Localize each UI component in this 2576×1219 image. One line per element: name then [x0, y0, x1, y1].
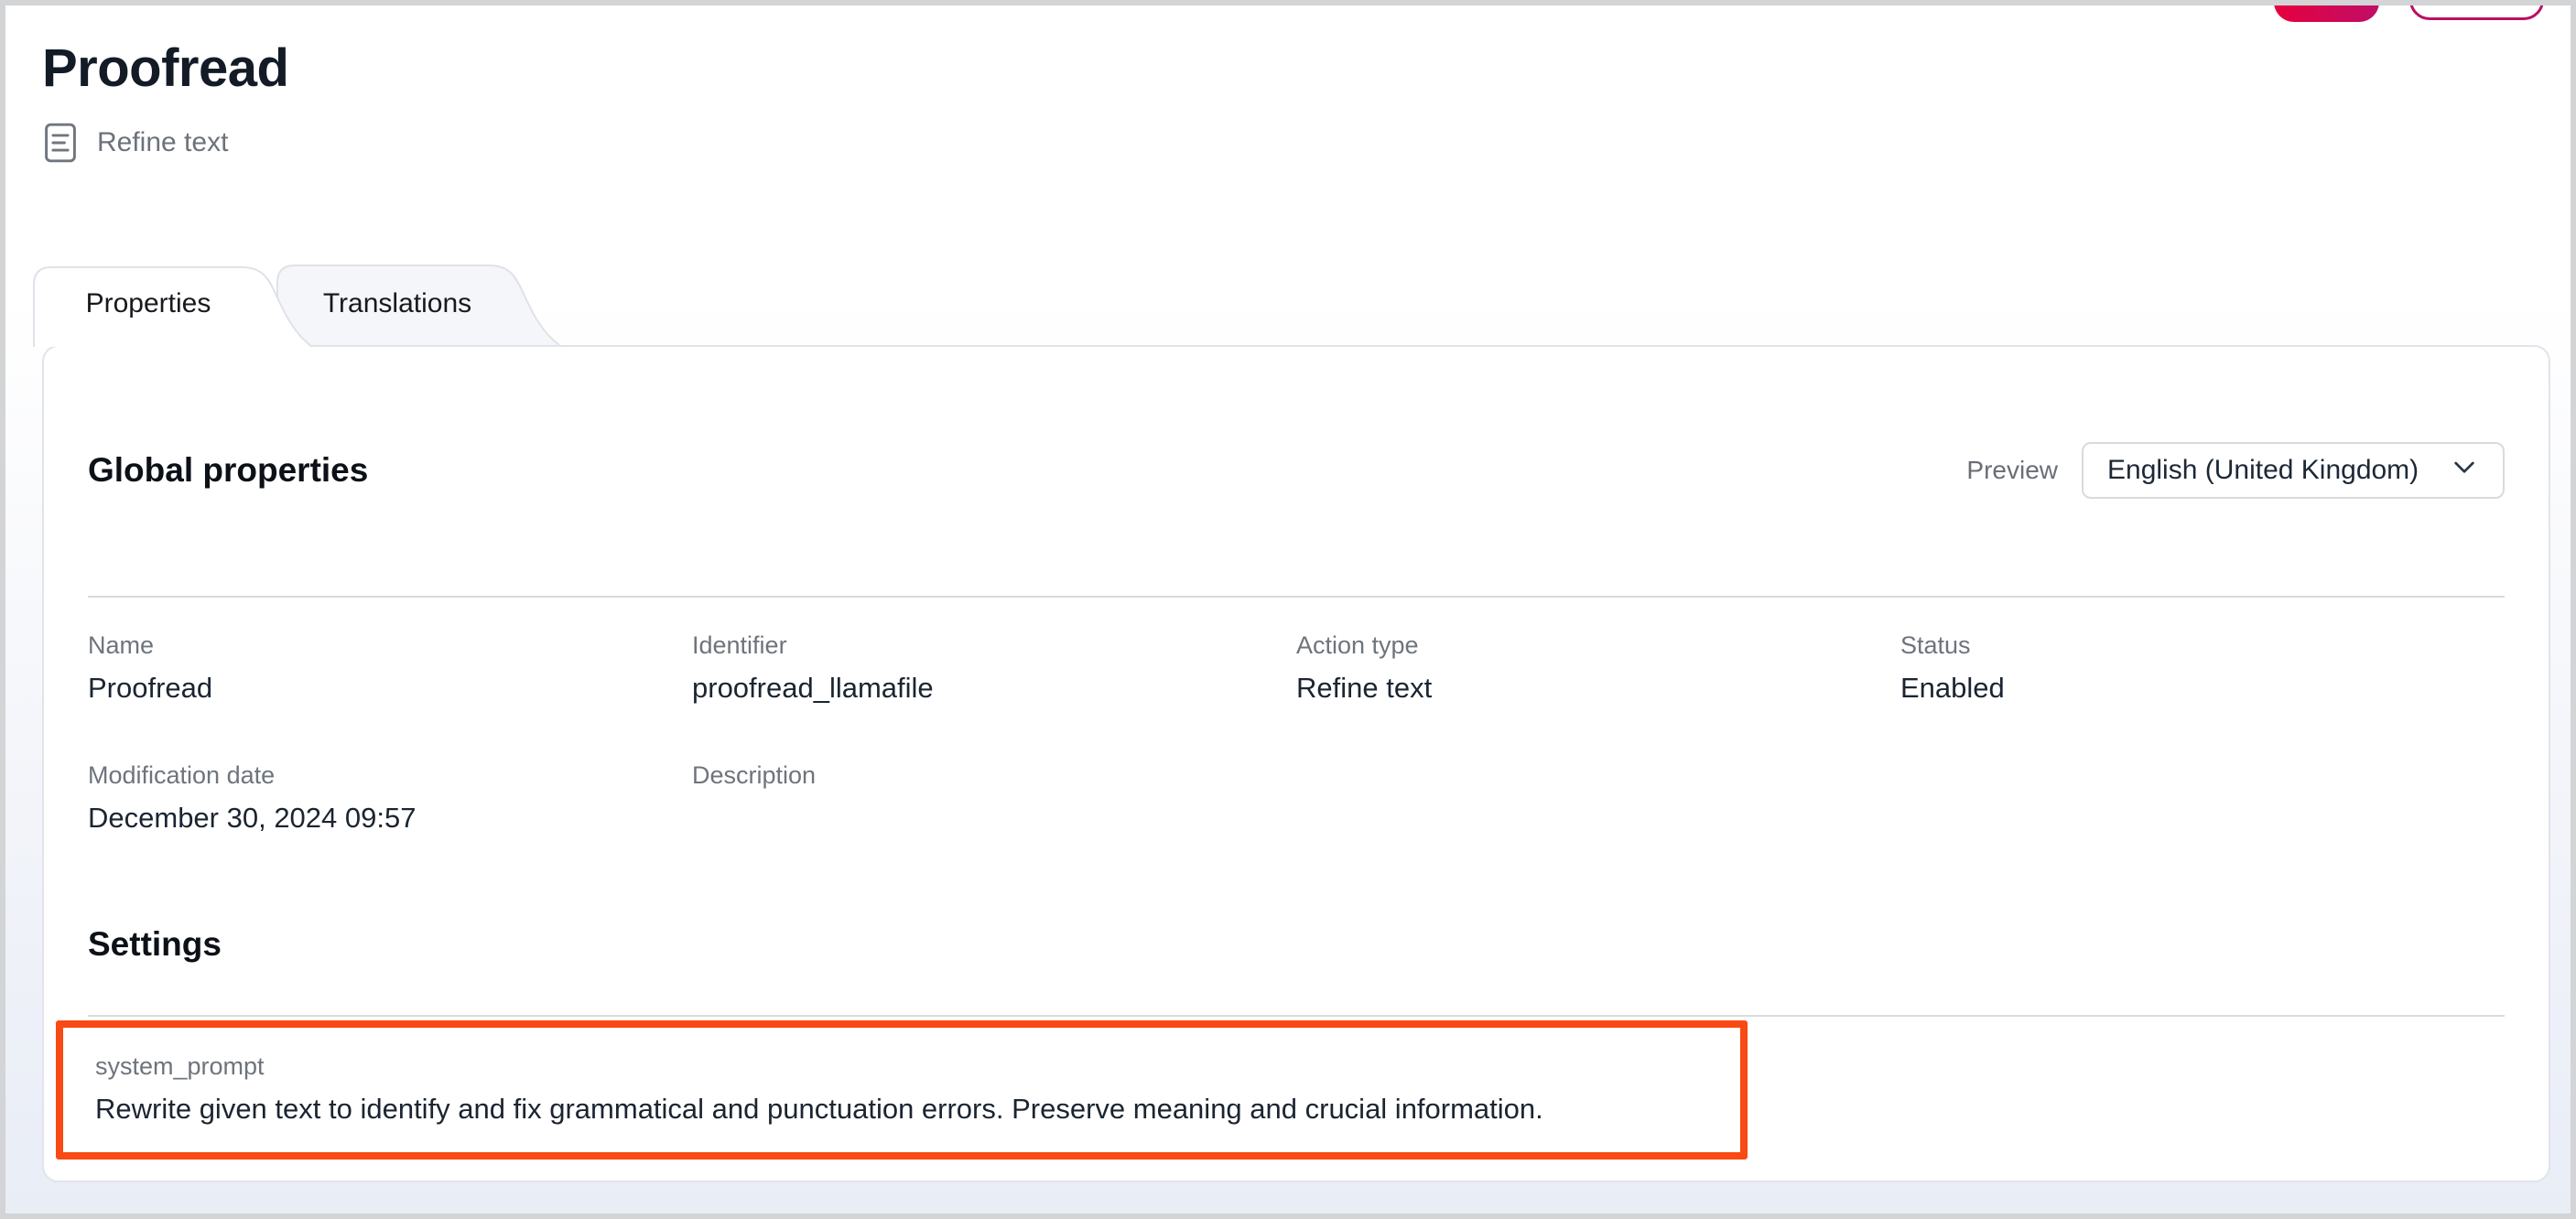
language-select[interactable]: English (United Kingdom) [2082, 442, 2505, 499]
field-label: Name [88, 629, 692, 662]
field-label: Modification date [88, 759, 692, 792]
field-modification-date: Modification date December 30, 2024 09:5… [88, 759, 692, 837]
settings-heading: Settings [88, 925, 2505, 964]
preview-label: Preview [1966, 456, 2058, 485]
subtitle-label: Refine text [97, 127, 228, 158]
document-icon [44, 123, 77, 163]
global-properties-grid: Name Proofread Identifier proofread_llam… [88, 629, 2505, 837]
field-label: Description [692, 759, 1296, 792]
global-properties-header: Global properties Preview English (Unite… [88, 442, 2505, 499]
action-type-subtitle: Refine text [44, 123, 228, 163]
global-properties-heading: Global properties [88, 451, 368, 490]
page-title: Proofread [42, 37, 288, 101]
system-prompt-highlight-annotation: system_prompt Rewrite given text to iden… [56, 1020, 1748, 1160]
field-label: Status [1900, 629, 2505, 662]
page-root: Proofread Refine text Properties Transla… [0, 0, 2576, 1219]
secondary-action-button-cropped[interactable] [2409, 0, 2544, 20]
field-label: Identifier [692, 629, 1296, 662]
field-value: December 30, 2024 09:57 [88, 799, 692, 837]
field-label: Action type [1296, 629, 1900, 662]
divider [88, 1015, 2505, 1017]
system-prompt-value: Rewrite given text to identify and fix g… [95, 1090, 1713, 1128]
chevron-down-icon [2450, 452, 2479, 489]
tab-properties[interactable]: Properties [33, 264, 344, 347]
properties-panel: Global properties Preview English (Unite… [42, 345, 2550, 1182]
field-value: Enabled [1900, 669, 2505, 707]
tab-properties-label: Properties [33, 288, 264, 319]
primary-action-button-cropped[interactable] [2274, 0, 2379, 22]
divider [88, 596, 2505, 598]
field-value: Proofread [88, 669, 692, 707]
language-select-value: English (United Kingdom) [2107, 455, 2419, 486]
field-value: Refine text [1296, 669, 1900, 707]
field-identifier: Identifier proofread_llamafile [692, 629, 1296, 707]
preview-control: Preview English (United Kingdom) [1966, 442, 2505, 499]
field-status: Status Enabled [1900, 629, 2505, 707]
system-prompt-label: system_prompt [95, 1050, 1713, 1083]
field-action-type: Action type Refine text [1296, 629, 1900, 707]
field-description: Description [692, 759, 1296, 837]
field-name: Name Proofread [88, 629, 692, 707]
field-value: proofread_llamafile [692, 669, 1296, 707]
